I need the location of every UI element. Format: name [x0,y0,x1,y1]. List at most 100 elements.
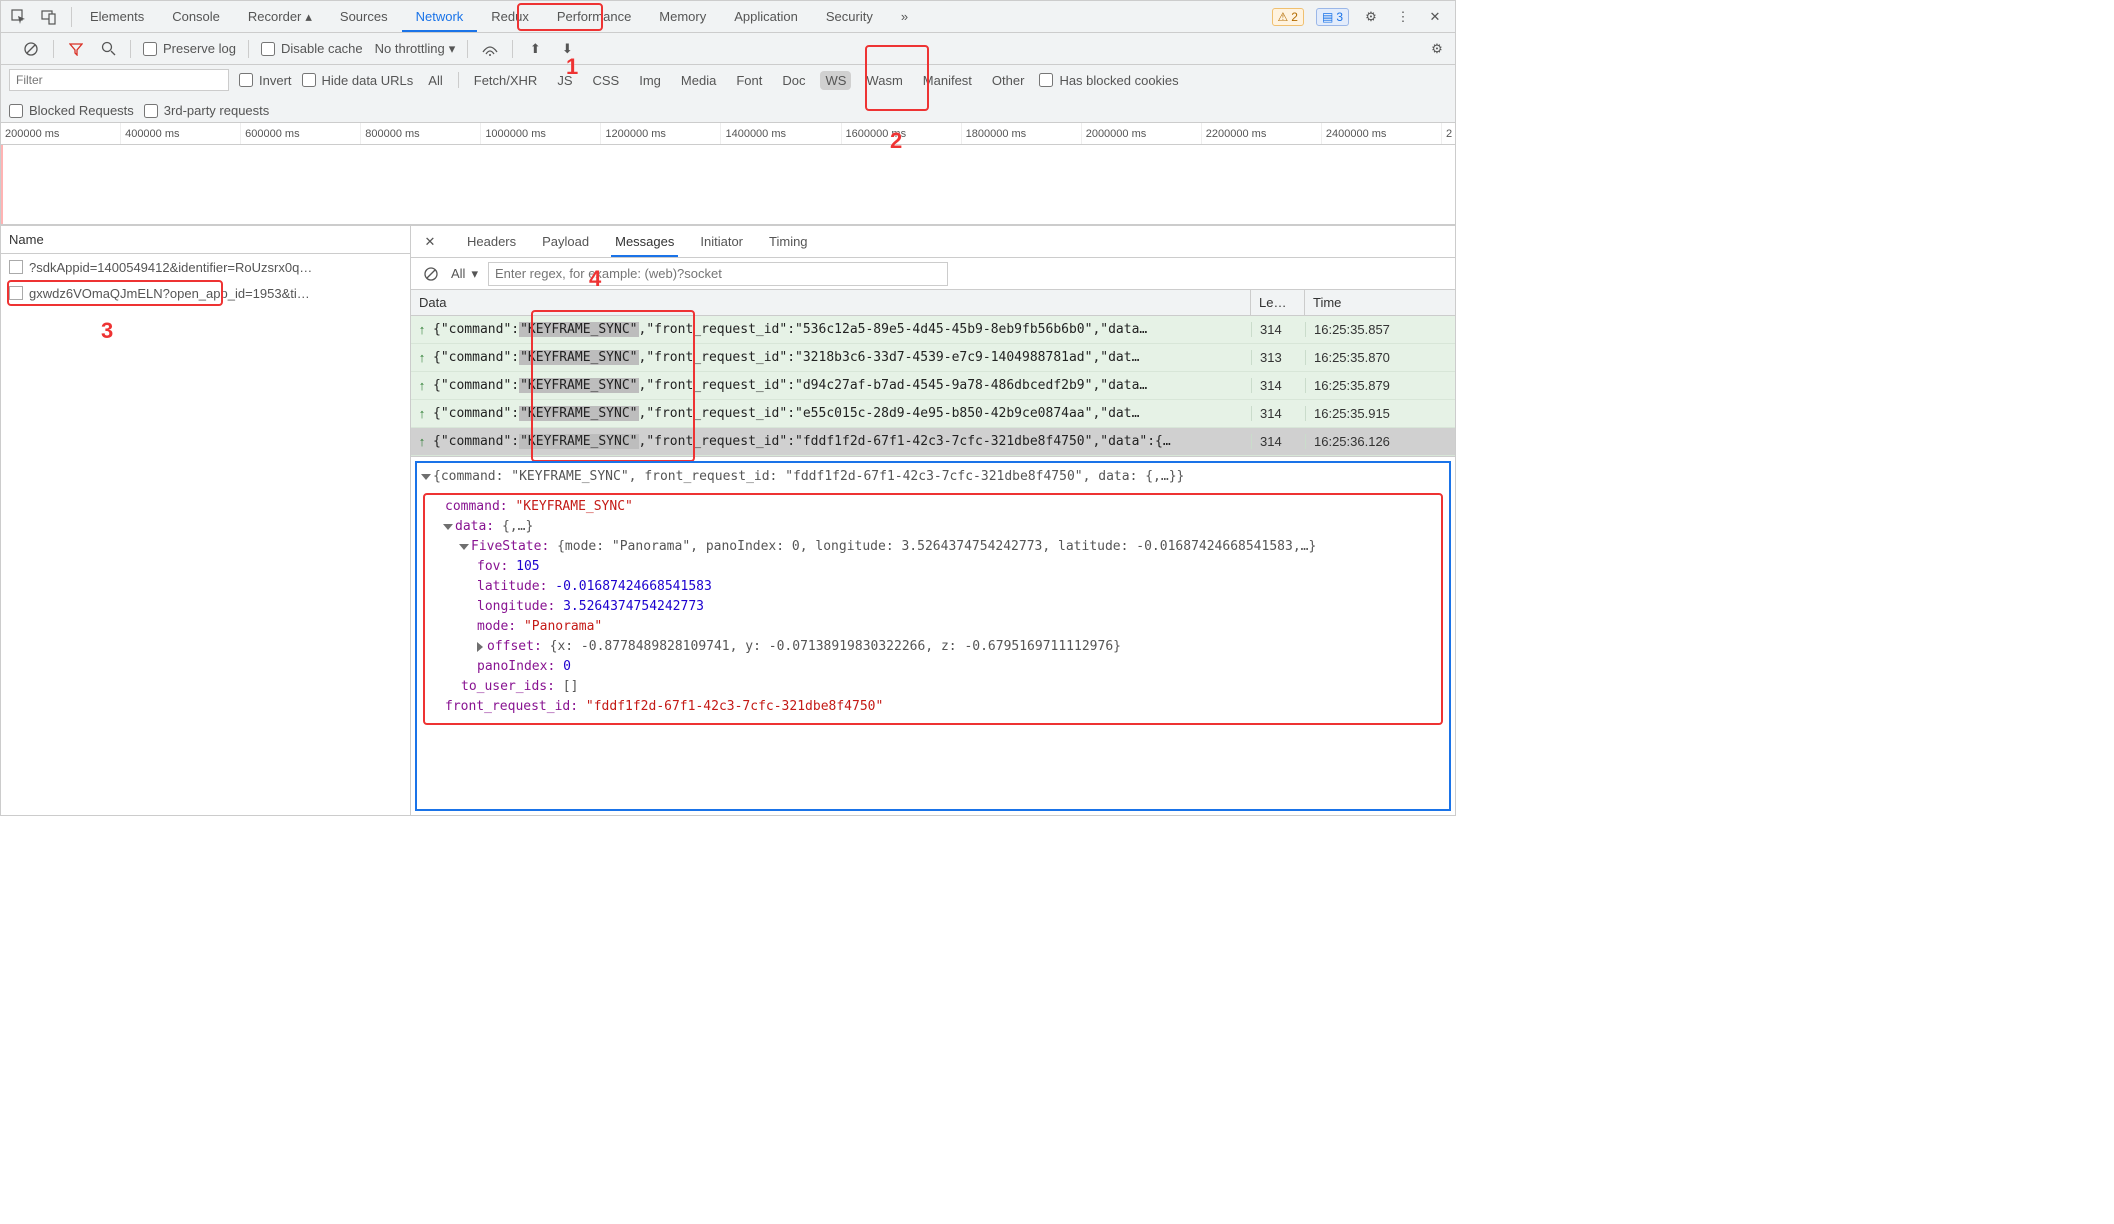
pill-fetch[interactable]: Fetch/XHR [469,71,543,90]
disclosure-triangle-icon[interactable] [443,524,453,530]
tab-payload[interactable]: Payload [538,226,593,257]
message-length: 314 [1251,434,1305,449]
tab-initiator[interactable]: Initiator [696,226,747,257]
issues-badge[interactable]: ▤ 3 [1316,8,1349,26]
third-party-label: 3rd-party requests [164,103,270,118]
tab-console[interactable]: Console [158,1,234,32]
disclosure-triangle-icon[interactable] [477,642,483,652]
messages-regex-input[interactable] [488,262,948,286]
timeline-overview[interactable] [1,145,1455,225]
third-party-checkbox[interactable]: 3rd-party requests [144,103,270,118]
pill-wasm[interactable]: Wasm [861,71,907,90]
tab-network[interactable]: Network [402,1,478,32]
detail-line: mode: "Panorama" [429,617,1437,637]
message-row[interactable]: ↑{"command":"KEYFRAME_SYNC","front_reque… [411,372,1455,400]
request-row[interactable]: gxwdz6VOmaQJmELN?open_app_id=1953&ti… [1,280,410,306]
network-settings-icon[interactable]: ⚙ [1427,39,1447,59]
tab-performance[interactable]: Performance [543,1,645,32]
disclosure-triangle-icon[interactable] [421,474,431,480]
pill-other[interactable]: Other [987,71,1030,90]
tab-headers[interactable]: Headers [463,226,520,257]
import-har-icon[interactable]: ⬆ [525,39,545,59]
pill-font[interactable]: Font [731,71,767,90]
request-row[interactable]: ?sdkAppid=1400549412&identifier=RoUzsrx0… [1,254,410,280]
message-row[interactable]: ↑{"command":"KEYFRAME_SYNC","front_reque… [411,428,1455,456]
invert-checkbox[interactable]: Invert [239,73,292,88]
message-data: {"command":"KEYFRAME_SYNC","front_reques… [433,406,1251,421]
pill-manifest[interactable]: Manifest [918,71,977,90]
detail-tabs: ✕ Headers Payload Messages Initiator Tim… [411,226,1455,258]
disclosure-triangle-icon[interactable] [459,544,469,550]
filter-icon[interactable] [66,39,86,59]
ruler-tick: 2000000 ms [1081,123,1201,144]
hide-data-urls-label: Hide data URLs [322,73,414,88]
arrow-up-icon: ↑ [411,434,433,449]
kebab-menu-icon[interactable]: ⋮ [1393,7,1413,27]
split-view: Name ?sdkAppid=1400549412&identifier=RoU… [1,226,1455,815]
message-data: {"command":"KEYFRAME_SYNC","front_reques… [433,434,1251,449]
blocked-cookies-checkbox[interactable]: Has blocked cookies [1039,73,1178,88]
pill-doc[interactable]: Doc [777,71,810,90]
detail-line: fov: 105 [429,557,1437,577]
message-time: 16:25:35.915 [1305,406,1455,421]
tab-timing[interactable]: Timing [765,226,812,257]
ruler-tick: 1000000 ms [480,123,600,144]
pill-ws[interactable]: WS [820,71,851,90]
top-tab-bar: Elements Console Recorder ▴ Sources Netwo… [1,1,1455,33]
detail-line: to_user_ids: [] [429,677,1437,697]
filter-input[interactable] [9,69,229,91]
close-devtools-icon[interactable]: ✕ [1425,7,1445,27]
ruler-tick: 600000 ms [240,123,360,144]
disable-cache-checkbox[interactable]: Disable cache [261,41,363,56]
export-har-icon[interactable]: ⬇ [557,39,577,59]
tab-redux[interactable]: Redux [477,1,543,32]
message-row[interactable]: ↑{"command":"KEYFRAME_SYNC","front_reque… [411,344,1455,372]
tab-security[interactable]: Security [812,1,887,32]
pill-css[interactable]: CSS [588,71,625,90]
message-row[interactable]: ↑{"command":"KEYFRAME_SYNC","front_reque… [411,316,1455,344]
tab-recorder-label: Recorder [248,9,301,24]
network-conditions-icon[interactable] [480,39,500,59]
message-length: 313 [1251,350,1305,365]
clear-icon[interactable] [21,39,41,59]
tab-application[interactable]: Application [720,1,812,32]
device-toolbar-icon[interactable] [39,7,59,27]
pill-img[interactable]: Img [634,71,666,90]
chevron-down-icon: ▾ [449,41,456,57]
message-row[interactable]: ↑{"command":"KEYFRAME_SYNC","front_reque… [411,400,1455,428]
tab-sources[interactable]: Sources [326,1,402,32]
tab-messages[interactable]: Messages [611,226,678,257]
throttling-dropdown[interactable]: No throttling ▾ [375,41,456,57]
ruler-tick: 200000 ms [1,123,120,144]
issues-count: 3 [1336,10,1343,24]
warnings-count: 2 [1291,10,1298,24]
warnings-badge[interactable]: ⚠ 2 [1272,8,1304,26]
hide-data-urls-checkbox[interactable]: Hide data URLs [302,73,414,88]
chevron-down-icon: ▾ [471,266,478,282]
devtools-root: Elements Console Recorder ▴ Sources Netwo… [0,0,1456,816]
blocked-requests-checkbox[interactable]: Blocked Requests [9,103,134,118]
tab-elements[interactable]: Elements [76,1,158,32]
settings-icon[interactable]: ⚙ [1361,7,1381,27]
tab-more[interactable]: » [887,1,922,32]
request-detail: ✕ Headers Payload Messages Initiator Tim… [411,226,1455,815]
tab-memory[interactable]: Memory [645,1,720,32]
ruler-tick: 2200000 ms [1201,123,1321,144]
pill-js[interactable]: JS [552,71,577,90]
clear-messages-icon[interactable] [421,264,441,284]
preserve-log-checkbox[interactable]: Preserve log [143,41,236,56]
detail-line: FiveState: {mode: "Panorama", panoIndex:… [429,537,1437,557]
messages-filter-dropdown[interactable]: All ▾ [451,266,478,282]
blocked-requests-label: Blocked Requests [29,103,134,118]
timeline-ruler[interactable]: 200000 ms 400000 ms 600000 ms 800000 ms … [1,123,1455,145]
message-detail-pane: {command: "KEYFRAME_SYNC", front_request… [415,461,1451,811]
pill-all[interactable]: All [423,71,447,90]
pill-media[interactable]: Media [676,71,721,90]
tab-recorder[interactable]: Recorder ▴ [234,1,326,32]
flask-icon: ▴ [305,9,312,25]
request-name: gxwdz6VOmaQJmELN?open_app_id=1953&ti… [29,286,310,301]
ruler-tick: 1800000 ms [961,123,1081,144]
close-detail-icon[interactable]: ✕ [421,233,439,251]
inspect-icon[interactable] [9,7,29,27]
search-icon[interactable] [98,39,118,59]
